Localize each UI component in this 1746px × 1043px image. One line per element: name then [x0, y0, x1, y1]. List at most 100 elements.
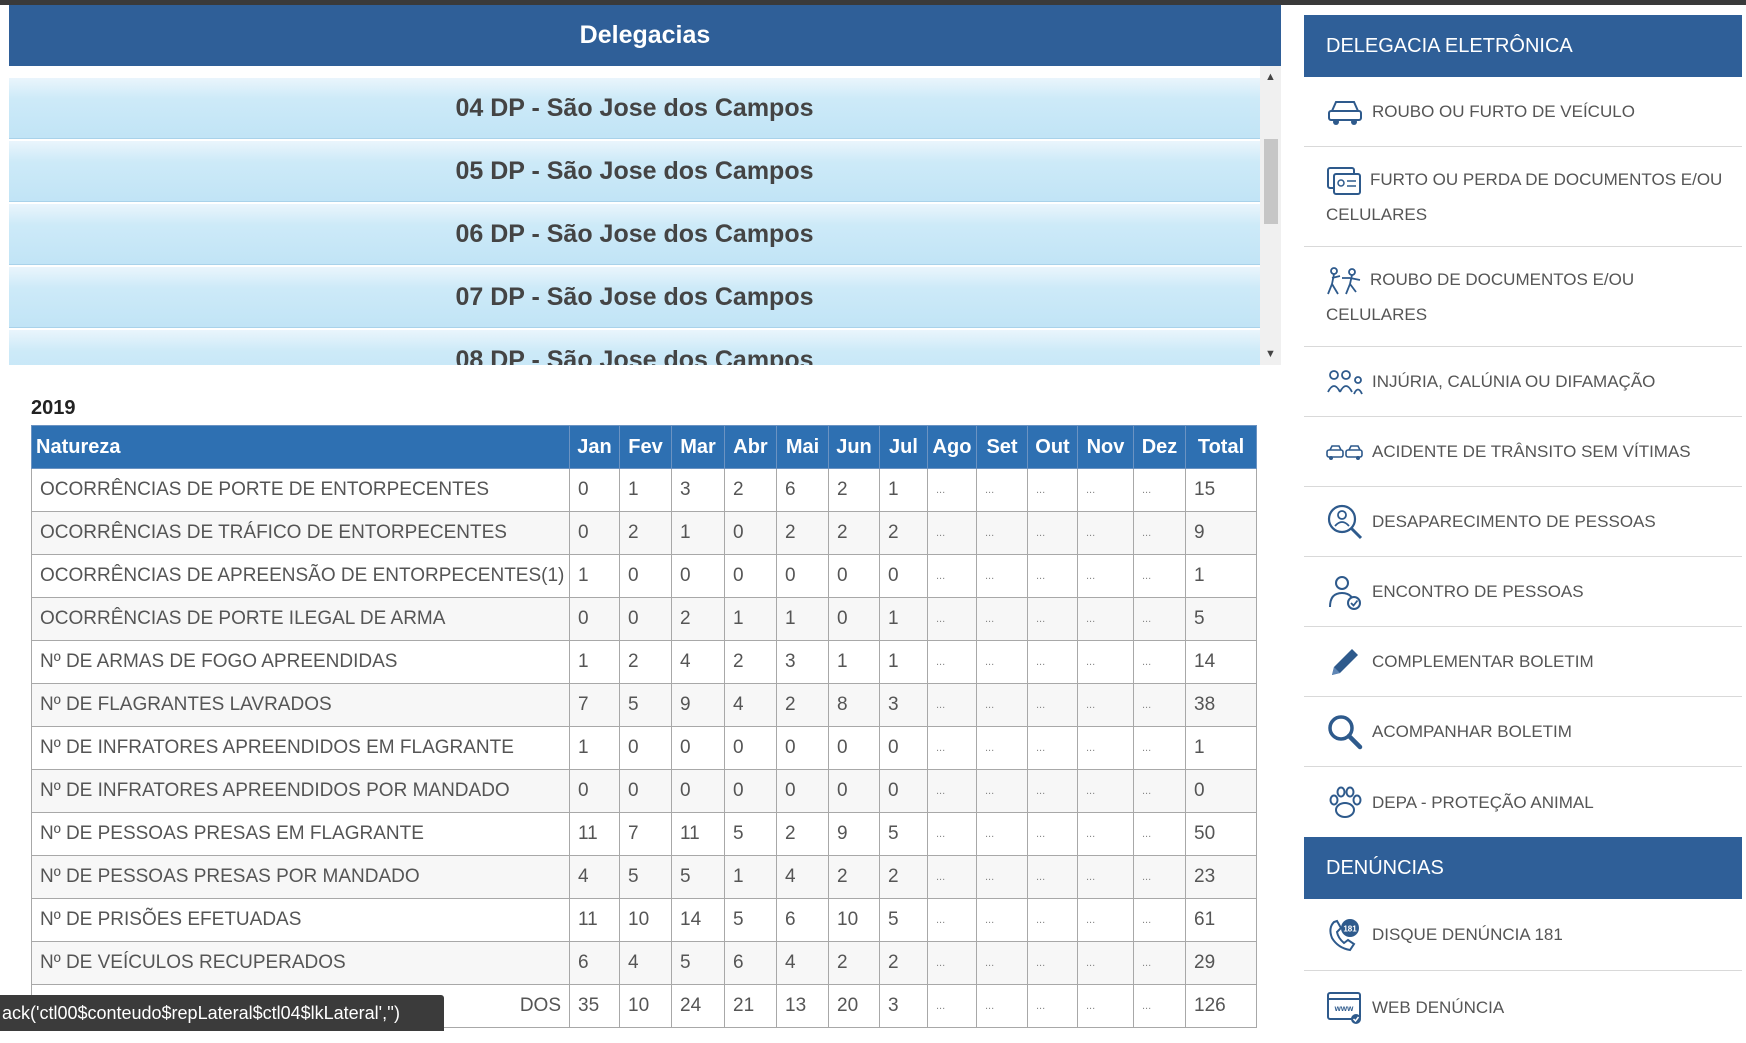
scroll-up-arrow-icon[interactable]: ▲	[1260, 66, 1281, 88]
value-cell: 0	[828, 597, 880, 641]
value-cell: ...	[1027, 597, 1078, 641]
value-cell: 20	[828, 984, 880, 1028]
sidebar-item-label: WEB DENÚNCIA	[1372, 997, 1505, 1017]
sidebar-item-furto-documentos[interactable]: FURTO OU PERDA DE DOCUMENTOS E/OU CELULA…	[1304, 147, 1742, 247]
svg-text:181: 181	[1343, 924, 1357, 933]
sidebar-item-depa[interactable]: DEPA - PROTEÇÃO ANIMAL	[1304, 767, 1742, 837]
value-cell: 29	[1185, 941, 1257, 985]
value-cell: 6	[724, 941, 777, 985]
sidebar-item-roubo-documentos[interactable]: ROUBO DE DOCUMENTOS E/OU CELULARES	[1304, 247, 1742, 347]
value-cell: 10	[828, 898, 880, 942]
value-cell: 5	[879, 898, 928, 942]
sidebar-item-label: DESAPARECIMENTO DE PESSOAS	[1372, 512, 1656, 531]
value-cell: 0	[671, 769, 725, 813]
value-cell: 2	[776, 511, 829, 555]
scroll-thumb[interactable]	[1264, 139, 1278, 224]
sidebar-item-desaparecimento[interactable]: DESAPARECIMENTO DE PESSOAS	[1304, 487, 1742, 557]
sidebar-item-encontro[interactable]: ENCONTRO DE PESSOAS	[1304, 557, 1742, 627]
value-cell: ...	[1133, 468, 1186, 512]
value-cell: ...	[1133, 597, 1186, 641]
value-cell: 0	[569, 597, 620, 641]
sidebar-item-web-denuncia[interactable]: www WEB DENÚNCIA	[1304, 971, 1742, 1043]
value-cell: 1	[724, 597, 777, 641]
value-cell: ...	[976, 511, 1028, 555]
value-cell: ...	[1027, 984, 1078, 1028]
delegacia-item[interactable]: 04 DP - São Jose dos Campos	[9, 78, 1260, 139]
sidebar-item-complementar[interactable]: COMPLEMENTAR BOLETIM	[1304, 627, 1742, 697]
delegacias-list[interactable]: 04 DP - São Jose dos Campos 05 DP - São …	[9, 66, 1281, 365]
value-cell: 3	[671, 468, 725, 512]
value-cell: 11	[569, 812, 620, 856]
car-icon	[1326, 97, 1364, 127]
table-row: OCORRÊNCIAS DE TRÁFICO DE ENTORPECENTES 0…	[31, 511, 1257, 555]
value-cell: ...	[927, 769, 977, 813]
column-header: Set	[976, 425, 1028, 469]
robbery-icon	[1326, 266, 1362, 296]
value-cell: 1	[724, 855, 777, 899]
paw-icon	[1326, 784, 1364, 820]
value-cell: 15	[1185, 468, 1257, 512]
sidebar-item-label: FURTO OU PERDA DE DOCUMENTOS E/OU CELULA…	[1326, 170, 1723, 224]
value-cell: ...	[976, 769, 1028, 813]
value-cell: 0	[619, 554, 672, 598]
column-header: Nov	[1077, 425, 1134, 469]
value-cell: ...	[927, 726, 977, 770]
value-cell: ...	[976, 640, 1028, 684]
value-cell: ...	[1133, 554, 1186, 598]
value-cell: ...	[1077, 984, 1134, 1028]
value-cell: 1	[1185, 554, 1257, 598]
value-cell: 2	[724, 640, 777, 684]
value-cell: 0	[619, 597, 672, 641]
sidebar-item-injuria[interactable]: INJÚRIA, CALÚNIA OU DIFAMAÇÃO	[1304, 347, 1742, 417]
value-cell: ...	[1077, 511, 1134, 555]
value-cell: 4	[776, 941, 829, 985]
value-cell: 0	[828, 769, 880, 813]
value-cell: ...	[976, 726, 1028, 770]
value-cell: 4	[569, 855, 620, 899]
column-header: Abr	[724, 425, 777, 469]
value-cell: 5	[1185, 597, 1257, 641]
sidebar-item-label: ROUBO OU FURTO DE VEÍCULO	[1372, 102, 1635, 121]
value-cell: ...	[927, 855, 977, 899]
natureza-cell: Nº DE VEÍCULOS RECUPERADOS	[31, 941, 570, 985]
sidebar-item-disque-denuncia[interactable]: 181 DISQUE DENÚNCIA 181	[1304, 899, 1742, 971]
sidebar-item-acidente[interactable]: ACIDENTE DE TRÂNSITO SEM VÍTIMAS	[1304, 417, 1742, 487]
value-cell: 0	[619, 769, 672, 813]
value-cell: 1	[619, 468, 672, 512]
value-cell: ...	[1077, 941, 1134, 985]
value-cell: ...	[1077, 683, 1134, 727]
delegacia-item[interactable]: 07 DP - São Jose dos Campos	[9, 267, 1260, 328]
value-cell: 3	[776, 640, 829, 684]
natureza-cell: OCORRÊNCIAS DE PORTE ILEGAL DE ARMA	[31, 597, 570, 641]
value-cell: 2	[828, 941, 880, 985]
value-cell: 5	[724, 812, 777, 856]
sidebar-item-label: COMPLEMENTAR BOLETIM	[1372, 652, 1594, 671]
value-cell: 1	[1185, 726, 1257, 770]
value-cell: 7	[619, 812, 672, 856]
table-row: Nº DE INFRATORES APREENDIDOS POR MANDADO…	[31, 769, 1257, 813]
scroll-down-arrow-icon[interactable]: ▼	[1260, 343, 1281, 365]
svg-text:www: www	[1334, 1004, 1354, 1013]
value-cell: ...	[1133, 640, 1186, 684]
delegacia-item[interactable]: 08 DP - São Jose dos Campos	[9, 330, 1260, 365]
value-cell: 0	[828, 554, 880, 598]
delegacia-item[interactable]: 06 DP - São Jose dos Campos	[9, 204, 1260, 265]
value-cell: 4	[776, 855, 829, 899]
value-cell: 0	[879, 769, 928, 813]
value-cell: 0	[619, 726, 672, 770]
value-cell: ...	[927, 511, 977, 555]
delegacias-scrollbar[interactable]: ▲ ▼	[1260, 66, 1281, 365]
value-cell: 1	[671, 511, 725, 555]
phone-181-icon: 181	[1326, 916, 1364, 954]
stats-year: 2019	[31, 397, 76, 419]
value-cell: 0	[828, 726, 880, 770]
value-cell: 1	[879, 468, 928, 512]
value-cell: 9	[671, 683, 725, 727]
value-cell: ...	[976, 984, 1028, 1028]
sidebar-item-roubo-veiculo[interactable]: ROUBO OU FURTO DE VEÍCULO	[1304, 77, 1742, 147]
value-cell: 23	[1185, 855, 1257, 899]
pencil-icon	[1326, 643, 1364, 681]
delegacia-item[interactable]: 05 DP - São Jose dos Campos	[9, 141, 1260, 202]
value-cell: ...	[927, 984, 977, 1028]
sidebar-item-acompanhar[interactable]: ACOMPANHAR BOLETIM	[1304, 697, 1742, 767]
